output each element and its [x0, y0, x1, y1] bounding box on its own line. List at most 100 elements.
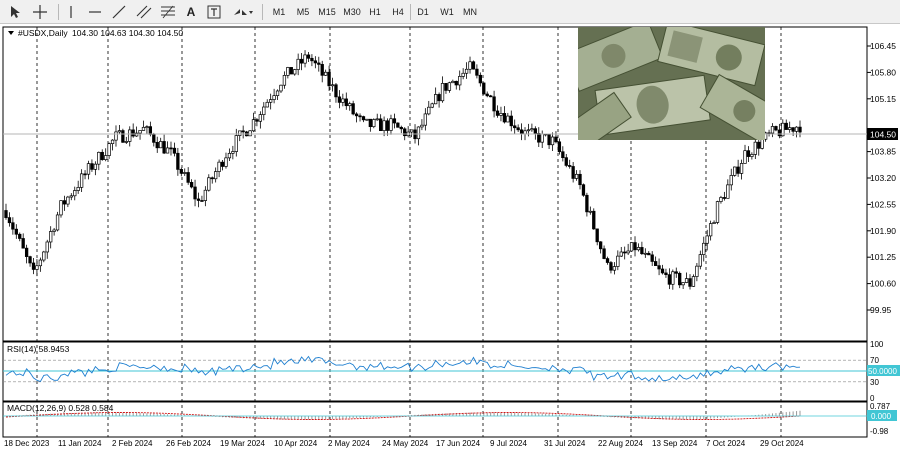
candle-body — [495, 110, 500, 116]
text-tool-icon[interactable]: A — [183, 3, 199, 21]
candle-body — [299, 58, 304, 64]
channel-tool-icon[interactable] — [134, 3, 154, 21]
candle-body — [152, 134, 156, 143]
candle-body — [227, 152, 232, 159]
candle-body — [66, 196, 70, 205]
candle-body — [121, 130, 125, 143]
timeframe-m5-button[interactable]: M5 — [292, 3, 314, 21]
candle-body — [21, 238, 25, 249]
candle-body — [540, 133, 544, 143]
candle-body — [69, 195, 73, 198]
candle-body — [100, 151, 104, 160]
candle-body — [145, 126, 149, 128]
timeframe-mn-button[interactable]: MN — [459, 3, 481, 21]
candle-body — [798, 126, 802, 133]
candle-body — [348, 103, 352, 107]
candle-body — [471, 61, 476, 70]
fibonacci-tool-icon[interactable] — [158, 3, 178, 21]
macd-level-label: 0.787 — [870, 402, 891, 411]
candle-body — [344, 98, 348, 107]
rsi-pane: RSI(14) 58.9453 1007030050.0000 — [3, 340, 900, 403]
candle-body — [251, 119, 256, 132]
macd-pane: MACD(12,26,9) 0.528 0.584 0.7870.000 -0.9… — [3, 402, 897, 436]
candle-body — [530, 128, 534, 131]
timeframe-h4-button[interactable]: H4 — [388, 3, 408, 21]
candle-body — [131, 129, 135, 137]
price-level-label: 100.60 — [870, 279, 896, 289]
candle-body — [28, 256, 32, 264]
candle-body — [733, 166, 737, 176]
candle-body — [416, 126, 421, 140]
candle-body — [574, 173, 579, 179]
candle-body — [640, 247, 644, 255]
candle-body — [289, 67, 293, 75]
candle-body — [647, 252, 651, 256]
candle-body — [14, 228, 18, 235]
candle-body — [595, 228, 599, 243]
trendline-tool-icon[interactable] — [110, 3, 128, 21]
rsi-level-label: 100 — [870, 340, 884, 349]
candle-body — [674, 271, 678, 274]
candle-body — [396, 122, 400, 128]
candle-body — [791, 127, 795, 132]
crosshair-tool-icon[interactable] — [30, 3, 50, 21]
candle-body — [657, 265, 661, 270]
candle-body — [193, 186, 197, 200]
candle-body — [375, 118, 379, 121]
candle-body — [461, 72, 465, 77]
cursor-tool-icon[interactable] — [6, 3, 24, 21]
date-label: 9 Jul 2024 — [490, 439, 527, 448]
candle-body — [7, 217, 12, 224]
candle-body — [35, 265, 39, 270]
candle-body — [705, 235, 709, 244]
candle-body — [653, 261, 658, 266]
candle-body — [719, 197, 723, 202]
candle-body — [739, 163, 744, 174]
timeframe-m30-button[interactable]: M30 — [340, 3, 364, 21]
candle-body — [581, 184, 586, 196]
candle-body — [609, 262, 613, 271]
candle-body — [392, 118, 397, 124]
candle-body — [468, 61, 472, 70]
horizontal-line-tool-icon[interactable] — [86, 3, 104, 21]
candle-body — [688, 278, 692, 287]
candle-body — [90, 163, 94, 170]
chart-canvas[interactable]: 106.45 105.80 105.15 103.85 103.20 102.55 101.… — [0, 24, 900, 452]
candle-body — [561, 151, 565, 159]
candle-body — [478, 74, 482, 84]
candle-body — [354, 113, 359, 117]
timeframe-w1-button[interactable]: W1 — [437, 3, 457, 21]
candle-body — [55, 214, 60, 231]
candle-body — [774, 126, 778, 131]
candle-body — [117, 130, 122, 133]
candle-body — [306, 54, 311, 59]
candle-body — [777, 129, 782, 137]
candle-body — [760, 138, 764, 149]
candle-body — [110, 139, 115, 144]
text-label-tool-icon[interactable] — [205, 3, 223, 21]
candle-body — [506, 115, 510, 123]
candle-body — [526, 129, 531, 132]
timeframe-m1-button[interactable]: M1 — [268, 3, 290, 21]
candle-body — [523, 130, 527, 135]
date-label: 17 Jun 2024 — [436, 439, 481, 448]
timeframe-h1-button[interactable]: H1 — [365, 3, 385, 21]
candle-body — [571, 166, 575, 179]
chart-area[interactable]: 106.45 105.80 105.15 103.85 103.20 102.55 101.… — [0, 24, 900, 452]
candle-body — [141, 126, 146, 131]
arrows-tool-icon[interactable] — [230, 3, 256, 21]
timeframe-d1-button[interactable]: D1 — [413, 3, 433, 21]
candle-body — [598, 241, 603, 250]
rsi-value-label: 50.0000 — [868, 367, 897, 376]
candle-body — [427, 106, 431, 115]
chart-title: #USDX,Daily 104.30 104.63 104.30 104.50 — [8, 28, 183, 38]
candle-body — [399, 126, 403, 130]
vertical-line-tool-icon[interactable] — [63, 3, 79, 21]
candle-body — [159, 141, 163, 149]
candle-body — [533, 128, 537, 134]
candle-body — [334, 84, 338, 98]
timeframe-m15-button[interactable]: M15 — [315, 3, 339, 21]
date-label: 11 Jan 2024 — [58, 439, 102, 448]
candle-body — [196, 198, 201, 201]
candle-body — [231, 151, 235, 154]
